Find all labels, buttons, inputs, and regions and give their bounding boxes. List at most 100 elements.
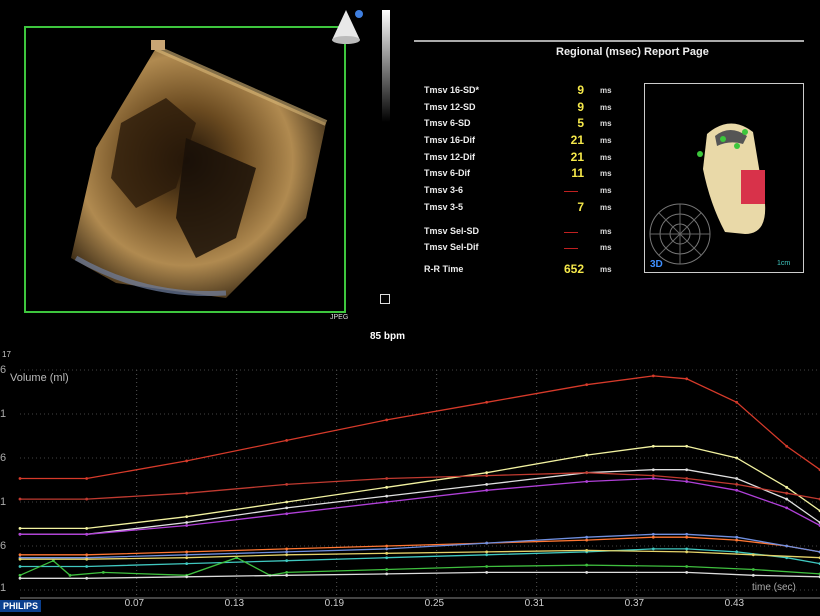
curve-point — [18, 477, 22, 480]
empty-value-dash — [564, 248, 578, 249]
volume-curve — [20, 549, 820, 560]
curve-point — [685, 535, 689, 539]
x-tick-label: 0.19 — [324, 598, 345, 609]
curve-point — [485, 483, 489, 486]
report-row-unit: ms — [600, 119, 612, 128]
curve-point — [185, 515, 189, 519]
curve-point — [18, 573, 22, 577]
curve-point — [685, 444, 689, 448]
curve-point — [185, 459, 189, 463]
curve-point — [85, 565, 89, 568]
report-row: Tmsv 16-Dif 21 ms — [424, 133, 624, 149]
curve-point — [85, 576, 89, 580]
curve-point — [85, 532, 89, 536]
report-row: Tmsv 3-5 7 ms — [424, 200, 624, 216]
curve-point — [585, 480, 589, 483]
curve-point — [85, 497, 89, 501]
curve-point — [735, 477, 739, 480]
curve-point — [185, 524, 189, 527]
curve-point — [651, 474, 655, 477]
report-row-value: 9 — [577, 83, 584, 97]
report-row-unit: ms — [600, 186, 612, 195]
curve-point — [585, 453, 589, 457]
report-row-value: 9 — [577, 100, 584, 114]
philips-logo: PHILIPS — [0, 600, 42, 612]
curve-point — [385, 572, 389, 576]
curve-point — [285, 553, 289, 557]
lv-model-panel[interactable]: 3D 1cm — [644, 83, 804, 273]
curve-point — [285, 559, 289, 563]
x-tick-label: 0.43 — [724, 598, 745, 609]
curve-point — [285, 571, 289, 574]
curve-point — [735, 400, 739, 404]
curve-point — [585, 535, 589, 539]
curve-point — [285, 550, 289, 554]
probe-orientation-icon[interactable] — [330, 6, 370, 46]
curve-point — [785, 497, 789, 501]
curve-point — [735, 550, 739, 554]
curve-point — [685, 468, 689, 472]
curve-point — [385, 544, 389, 548]
x-tick-label: 0.31 — [524, 598, 545, 609]
curve-point — [185, 491, 189, 495]
curve-point — [751, 573, 755, 577]
volume-time-plot[interactable] — [0, 348, 820, 616]
report-row-label: R-R Time — [424, 264, 464, 274]
report-row-label: Tmsv 3-6 — [424, 185, 464, 195]
curve-point — [485, 488, 489, 492]
curve-point — [651, 477, 655, 480]
selection-square[interactable] — [380, 294, 390, 304]
report-row-label: Tmsv 12-Dif — [424, 152, 476, 162]
curve-point — [385, 500, 389, 504]
curve-point — [18, 557, 22, 561]
report-row-label: Tmsv 12-SD — [424, 102, 476, 112]
curve-point — [85, 557, 89, 561]
model-3d-label: 3D — [650, 259, 663, 270]
curve-point — [385, 494, 389, 498]
report-row: Tmsv 3-6 ms — [424, 185, 624, 199]
report-row: Tmsv 12-SD 9 ms — [424, 100, 624, 116]
curve-point — [18, 497, 22, 501]
curve-point — [385, 547, 389, 551]
plot-curves — [18, 374, 820, 580]
report-row: Tmsv 6-SD 5 ms — [424, 116, 624, 132]
heart-rate-label: 85 bpm — [370, 331, 406, 342]
curve-point — [485, 565, 489, 568]
report-row-value: 21 — [570, 133, 584, 147]
curve-point — [185, 575, 189, 579]
curve-point — [735, 535, 739, 539]
curve-point — [685, 571, 689, 574]
curve-point — [685, 477, 689, 480]
curve-point — [685, 547, 689, 551]
volume-curve — [20, 548, 820, 568]
curve-point — [651, 532, 655, 536]
y-tick-label: 6 — [0, 452, 7, 464]
report-row-value: 21 — [570, 150, 584, 164]
curve-point — [685, 565, 689, 568]
volume-curve — [20, 472, 820, 500]
curve-point — [285, 500, 289, 504]
volume-render-frame[interactable] — [24, 26, 346, 313]
curve-point — [485, 550, 489, 554]
curve-point — [385, 551, 389, 555]
curve-point — [18, 565, 22, 568]
report-row-label: Tmsv 16-Dif — [424, 135, 476, 145]
curve-point — [285, 573, 289, 577]
echo-volume-image — [71, 40, 328, 298]
curve-point — [751, 568, 755, 571]
report-row-label: Tmsv Sel-Dif — [424, 242, 479, 252]
curve-point — [18, 532, 22, 536]
curve-point — [18, 527, 22, 530]
y-tick-label: 1 — [0, 582, 7, 594]
curve-point — [185, 556, 189, 560]
report-row: Tmsv 16-SD* 9 ms — [424, 83, 624, 99]
curve-point — [585, 471, 589, 475]
report-row-unit: ms — [600, 153, 612, 162]
curve-point — [285, 506, 289, 510]
curve-point — [385, 568, 389, 571]
report-row: Tmsv 12-Dif 21 ms — [424, 150, 624, 166]
report-row-label: Tmsv 6-SD — [424, 118, 471, 128]
curve-point — [85, 527, 89, 530]
curve-point — [185, 553, 189, 557]
curve-point — [18, 576, 22, 580]
